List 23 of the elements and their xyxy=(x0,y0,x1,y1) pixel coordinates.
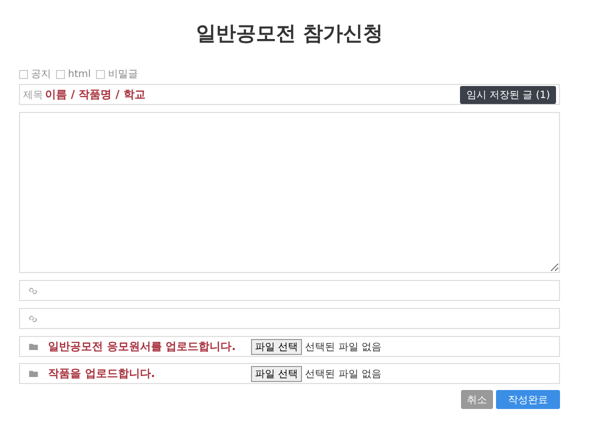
page-title: 일반공모전 참가신청 xyxy=(195,20,384,47)
link-icon xyxy=(29,286,37,294)
checkbox-label: html xyxy=(68,68,91,80)
link-field[interactable] xyxy=(19,308,560,329)
subject-field[interactable]: 제목 이름 / 작품명 / 학교 임시 저장된 글 (1) xyxy=(19,84,560,105)
checkbox[interactable] xyxy=(19,70,28,78)
file-status: 선택된 파일 없음 xyxy=(305,368,382,380)
link-field[interactable] xyxy=(19,280,560,301)
checkbox-label: 공지 xyxy=(31,68,51,81)
file-select-button[interactable]: 파일 선택 xyxy=(251,338,302,354)
content-textarea[interactable] xyxy=(19,112,560,273)
file-label: 작품을 업로드합니다. xyxy=(48,366,156,381)
folder-icon xyxy=(29,343,38,350)
file-select-button[interactable]: 파일 선택 xyxy=(251,366,302,382)
checkbox-label: 비밀글 xyxy=(108,68,138,81)
folder-icon xyxy=(29,370,38,377)
draft-button[interactable]: 임시 저장된 글 (1) xyxy=(460,86,556,104)
field-label: 제목 xyxy=(23,88,43,102)
file-status: 선택된 파일 없음 xyxy=(305,340,382,354)
file-label: 일반공모전 응모원서를 업로드합니다. xyxy=(48,339,237,354)
checkbox[interactable] xyxy=(56,70,65,78)
link-icon xyxy=(29,314,37,322)
checkbox[interactable] xyxy=(96,70,105,78)
